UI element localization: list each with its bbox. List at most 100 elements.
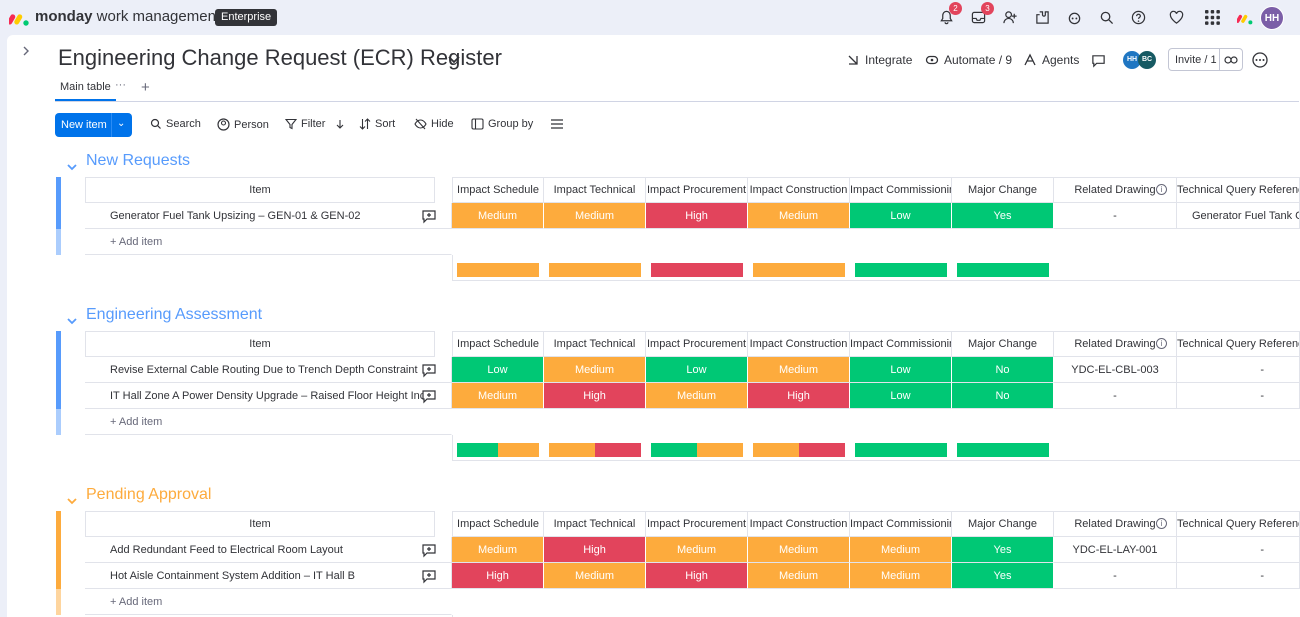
column-header-technical[interactable]: Impact Technical <box>544 511 646 537</box>
apps-icon[interactable] <box>1034 9 1051 26</box>
status-cell-schedule[interactable]: High <box>452 563 544 589</box>
query-cell[interactable]: Generator Fuel Tank Ca <box>1177 203 1300 229</box>
info-icon[interactable]: i <box>1156 518 1167 529</box>
search-icon[interactable] <box>1098 9 1115 26</box>
hide-button[interactable]: Hide <box>414 118 454 130</box>
column-header-query[interactable]: Technical Query Reference <box>1177 331 1300 357</box>
column-header-major[interactable]: Major Change <box>952 331 1054 357</box>
monday-logo-icon[interactable] <box>9 8 29 26</box>
column-header-item[interactable]: Item <box>85 177 435 203</box>
add-item-input[interactable]: + Add item <box>85 409 452 435</box>
query-cell[interactable]: - <box>1177 563 1300 589</box>
column-header-technical[interactable]: Impact Technical <box>544 331 646 357</box>
item-name[interactable]: Hot Aisle Containment System Addition – … <box>85 563 452 589</box>
status-cell-commissioning[interactable]: Low <box>850 383 952 409</box>
column-header-technical[interactable]: Impact Technical <box>544 177 646 203</box>
updates-chat-icon[interactable] <box>1091 50 1106 70</box>
copy-link-icon[interactable] <box>1224 53 1238 67</box>
group-collapse-chevron-icon[interactable] <box>65 494 79 508</box>
app-switcher-icon[interactable] <box>1203 8 1222 27</box>
status-cell-schedule[interactable]: Medium <box>452 203 544 229</box>
add-update-icon[interactable] <box>421 388 437 404</box>
status-cell-commissioning[interactable]: Medium <box>850 537 952 563</box>
status-cell-major[interactable]: Yes <box>952 203 1054 229</box>
status-cell-construction[interactable]: Medium <box>748 537 850 563</box>
user-avatar[interactable]: HH <box>1260 6 1284 30</box>
query-cell[interactable]: - <box>1177 537 1300 563</box>
invite-members-icon[interactable] <box>1002 9 1019 26</box>
automate-button[interactable]: Automate / 9 <box>925 50 1012 70</box>
group-title[interactable]: Pending Approval <box>86 486 211 504</box>
heart-icon[interactable] <box>1168 9 1185 26</box>
column-header-schedule[interactable]: Impact Schedule <box>452 511 544 537</box>
column-header-construction[interactable]: Impact Construction <box>748 331 850 357</box>
board-title[interactable]: Engineering Change Request (ECR) Registe… <box>58 45 502 71</box>
status-cell-schedule[interactable]: Low <box>452 357 544 383</box>
item-name[interactable]: Revise External Cable Routing Due to Tre… <box>85 357 452 383</box>
status-cell-commissioning[interactable]: Medium <box>850 563 952 589</box>
column-header-item[interactable]: Item <box>85 331 435 357</box>
integrate-button[interactable]: Integrate <box>846 50 912 70</box>
drawing-cell[interactable]: YDC-EL-LAY-001 <box>1054 537 1177 563</box>
agents-button[interactable]: Agents <box>1023 50 1079 70</box>
column-header-construction[interactable]: Impact Construction <box>748 177 850 203</box>
column-header-query[interactable]: Technical Query Reference <box>1177 511 1300 537</box>
member-avatar[interactable]: BC <box>1138 51 1156 69</box>
status-cell-technical[interactable]: High <box>544 383 646 409</box>
sidebar-toggle-chevron-icon[interactable] <box>17 44 35 62</box>
status-cell-construction[interactable]: Medium <box>748 357 850 383</box>
filter-button[interactable]: Filter <box>285 118 345 130</box>
drawing-cell[interactable]: - <box>1054 203 1177 229</box>
column-header-commissioning[interactable]: Impact Commissioning <box>850 177 952 203</box>
more-menu-icon[interactable] <box>550 118 564 130</box>
status-cell-construction[interactable]: High <box>748 383 850 409</box>
table-row[interactable]: Add Redundant Feed to Electrical Room La… <box>55 537 1300 563</box>
status-cell-schedule[interactable]: Medium <box>452 537 544 563</box>
status-cell-technical[interactable]: Medium <box>544 357 646 383</box>
add-view-icon[interactable]: + <box>141 79 150 96</box>
add-update-icon[interactable] <box>421 208 437 224</box>
group-by-button[interactable]: Group by <box>471 118 533 130</box>
column-header-major[interactable]: Major Change <box>952 177 1054 203</box>
group-title[interactable]: Engineering Assessment <box>86 306 262 324</box>
column-header-major[interactable]: Major Change <box>952 511 1054 537</box>
add-item-input[interactable]: + Add item <box>85 589 452 615</box>
status-cell-procurement[interactable]: High <box>646 563 748 589</box>
table-row[interactable]: Hot Aisle Containment System Addition – … <box>55 563 1300 589</box>
add-update-icon[interactable] <box>421 542 437 558</box>
item-name[interactable]: IT Hall Zone A Power Density Upgrade – R… <box>85 383 452 409</box>
status-cell-major[interactable]: Yes <box>952 563 1054 589</box>
column-header-query[interactable]: Technical Query Reference <box>1177 177 1300 203</box>
item-name[interactable]: Generator Fuel Tank Upsizing – GEN-01 & … <box>85 203 452 229</box>
column-header-construction[interactable]: Impact Construction <box>748 511 850 537</box>
add-update-icon[interactable] <box>421 568 437 584</box>
status-cell-schedule[interactable]: Medium <box>452 383 544 409</box>
search-button[interactable]: Search <box>150 118 201 130</box>
drawing-cell[interactable]: - <box>1054 563 1177 589</box>
drawing-cell[interactable]: - <box>1054 383 1177 409</box>
group-collapse-chevron-icon[interactable] <box>65 314 79 328</box>
item-name[interactable]: Add Redundant Feed to Electrical Room La… <box>85 537 452 563</box>
status-cell-procurement[interactable]: Medium <box>646 383 748 409</box>
help-icon[interactable] <box>1130 9 1147 26</box>
table-row[interactable]: IT Hall Zone A Power Density Upgrade – R… <box>55 383 1300 409</box>
monday-small-logo-icon[interactable] <box>1236 9 1256 26</box>
ai-sidekick-icon[interactable] <box>1066 9 1083 26</box>
status-cell-construction[interactable]: Medium <box>748 203 850 229</box>
new-item-button[interactable]: New item ⌄ <box>55 113 132 137</box>
sort-button[interactable]: Sort <box>359 118 395 130</box>
column-header-commissioning[interactable]: Impact Commissioning <box>850 511 952 537</box>
table-row[interactable]: Revise External Cable Routing Due to Tre… <box>55 357 1300 383</box>
tab-options-icon[interactable]: ··· <box>115 79 126 91</box>
table-row[interactable]: Generator Fuel Tank Upsizing – GEN-01 & … <box>55 203 1300 229</box>
invite-button[interactable]: Invite / 1 <box>1168 48 1243 71</box>
info-icon[interactable]: i <box>1156 338 1167 349</box>
query-cell[interactable]: - <box>1177 357 1300 383</box>
add-item-input[interactable]: + Add item <box>85 229 452 255</box>
board-title-chevron-down-icon[interactable] <box>446 51 462 67</box>
status-cell-commissioning[interactable]: Low <box>850 357 952 383</box>
status-cell-procurement[interactable]: Low <box>646 357 748 383</box>
info-icon[interactable]: i <box>1156 184 1167 195</box>
column-header-procurement[interactable]: Impact Procurement <box>646 177 748 203</box>
status-cell-technical[interactable]: High <box>544 537 646 563</box>
